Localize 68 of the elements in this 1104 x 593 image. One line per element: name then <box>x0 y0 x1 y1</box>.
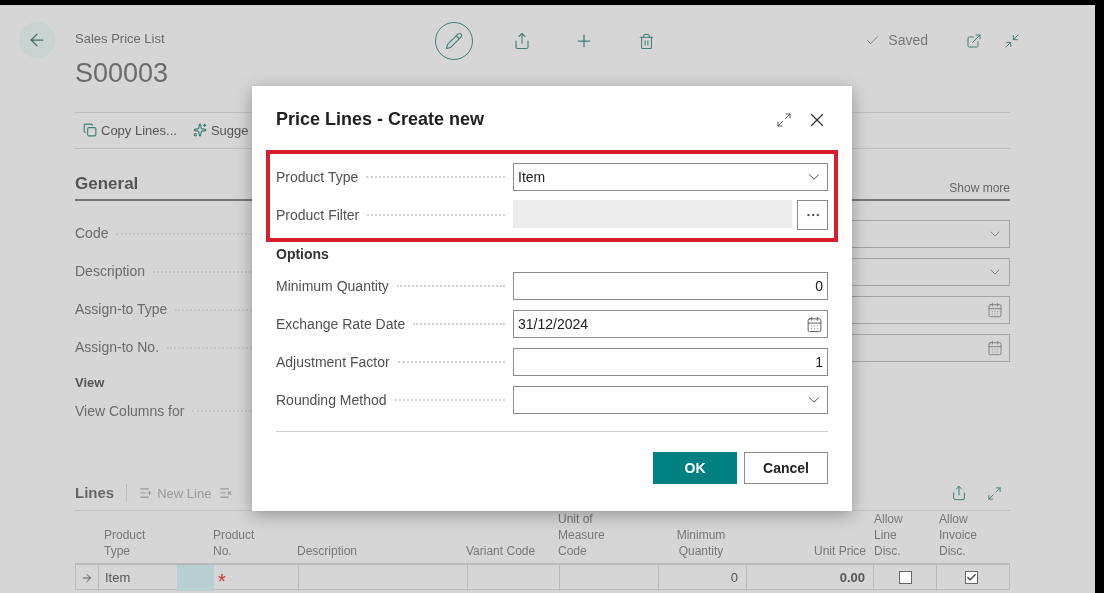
lookup-button[interactable] <box>797 200 828 230</box>
section-title: General <box>75 173 139 195</box>
save-status: Saved <box>888 31 928 50</box>
field-label: Rounding Method <box>276 390 387 410</box>
cancel-button[interactable]: Cancel <box>744 452 828 484</box>
calendar-icon <box>987 339 1003 356</box>
expand-icon[interactable] <box>987 485 1002 501</box>
dropdown-value: Item <box>518 167 546 187</box>
dropdown-field[interactable]: Item <box>513 163 828 191</box>
share-icon[interactable] <box>951 485 967 502</box>
field-label: Assign-to Type <box>75 300 168 319</box>
pencil-icon <box>445 32 463 50</box>
share-icon <box>513 32 531 50</box>
copy-icon <box>83 123 97 138</box>
checkbox[interactable] <box>898 571 912 584</box>
record-title: S00003 <box>75 56 170 89</box>
breadcrumb: Sales Price List <box>75 30 166 48</box>
trash-icon <box>637 32 655 50</box>
number-field[interactable]: 0 <box>513 272 828 300</box>
ok-button[interactable]: OK <box>653 452 737 484</box>
expand-icon[interactable] <box>776 111 792 128</box>
number-value: 1 <box>815 352 823 372</box>
new-line-button[interactable]: New Line <box>139 483 212 503</box>
date-value: 31/12/2024 <box>518 314 589 334</box>
required-mark: * <box>218 568 226 591</box>
number-value: 0 <box>815 276 823 296</box>
column-header[interactable]: Variant Code <box>466 542 558 559</box>
group-title: View <box>75 373 106 392</box>
date-field[interactable]: 31/12/2024 <box>513 310 828 338</box>
group-title: Options <box>276 245 330 264</box>
column-header[interactable]: Product Type <box>98 526 158 559</box>
field-label: Product Type <box>276 167 359 187</box>
column-header[interactable]: Allow Invoice Disc. <box>935 510 985 559</box>
arrow-right-icon <box>81 571 93 584</box>
column-header[interactable]: Product No. <box>213 526 263 559</box>
copy-lines-button[interactable]: Copy Lines... <box>83 120 177 140</box>
table-cell-text: Item <box>105 568 131 587</box>
open-in-window-icon[interactable] <box>966 32 982 49</box>
field-label: Assign-to No. <box>75 338 160 357</box>
field-label: Description <box>75 262 146 281</box>
calendar-icon <box>987 301 1003 318</box>
checkbox[interactable] <box>965 571 978 584</box>
calendar-icon <box>806 315 823 333</box>
field-label: Code <box>75 224 109 243</box>
column-header[interactable]: Description <box>297 542 466 559</box>
collapse-icon[interactable] <box>1004 32 1020 49</box>
column-header[interactable]: Allow Line Disc. <box>872 510 912 559</box>
field-label: Minimum Quantity <box>276 276 389 296</box>
field-label: Exchange Rate Date <box>276 314 406 334</box>
list-remove-icon[interactable] <box>219 486 234 501</box>
table-cell-text: 0 <box>730 568 738 587</box>
section-title: Lines <box>75 483 115 503</box>
sparkle-icon <box>192 123 207 138</box>
dropdown-field[interactable] <box>513 386 828 414</box>
field-label: View Columns for <box>75 401 185 421</box>
dialog-title: Price Lines - Create new <box>276 108 485 131</box>
list-plus-icon <box>139 486 154 501</box>
column-header[interactable]: Unit Price <box>745 542 872 559</box>
back-button[interactable] <box>19 22 55 58</box>
field-label: Product Filter <box>276 205 360 225</box>
column-header[interactable]: Minimum Quantity <box>657 526 745 559</box>
column-header[interactable]: Unit of Measure Code <box>558 510 628 559</box>
row-marker-cell <box>177 564 214 591</box>
table-cell-text: 0.00 <box>839 568 865 587</box>
number-field[interactable]: 1 <box>513 348 828 376</box>
suggest-button[interactable]: Sugge <box>192 120 249 140</box>
show-more-link[interactable]: Show more <box>949 178 1010 197</box>
field-label: Adjustment Factor <box>276 352 390 372</box>
